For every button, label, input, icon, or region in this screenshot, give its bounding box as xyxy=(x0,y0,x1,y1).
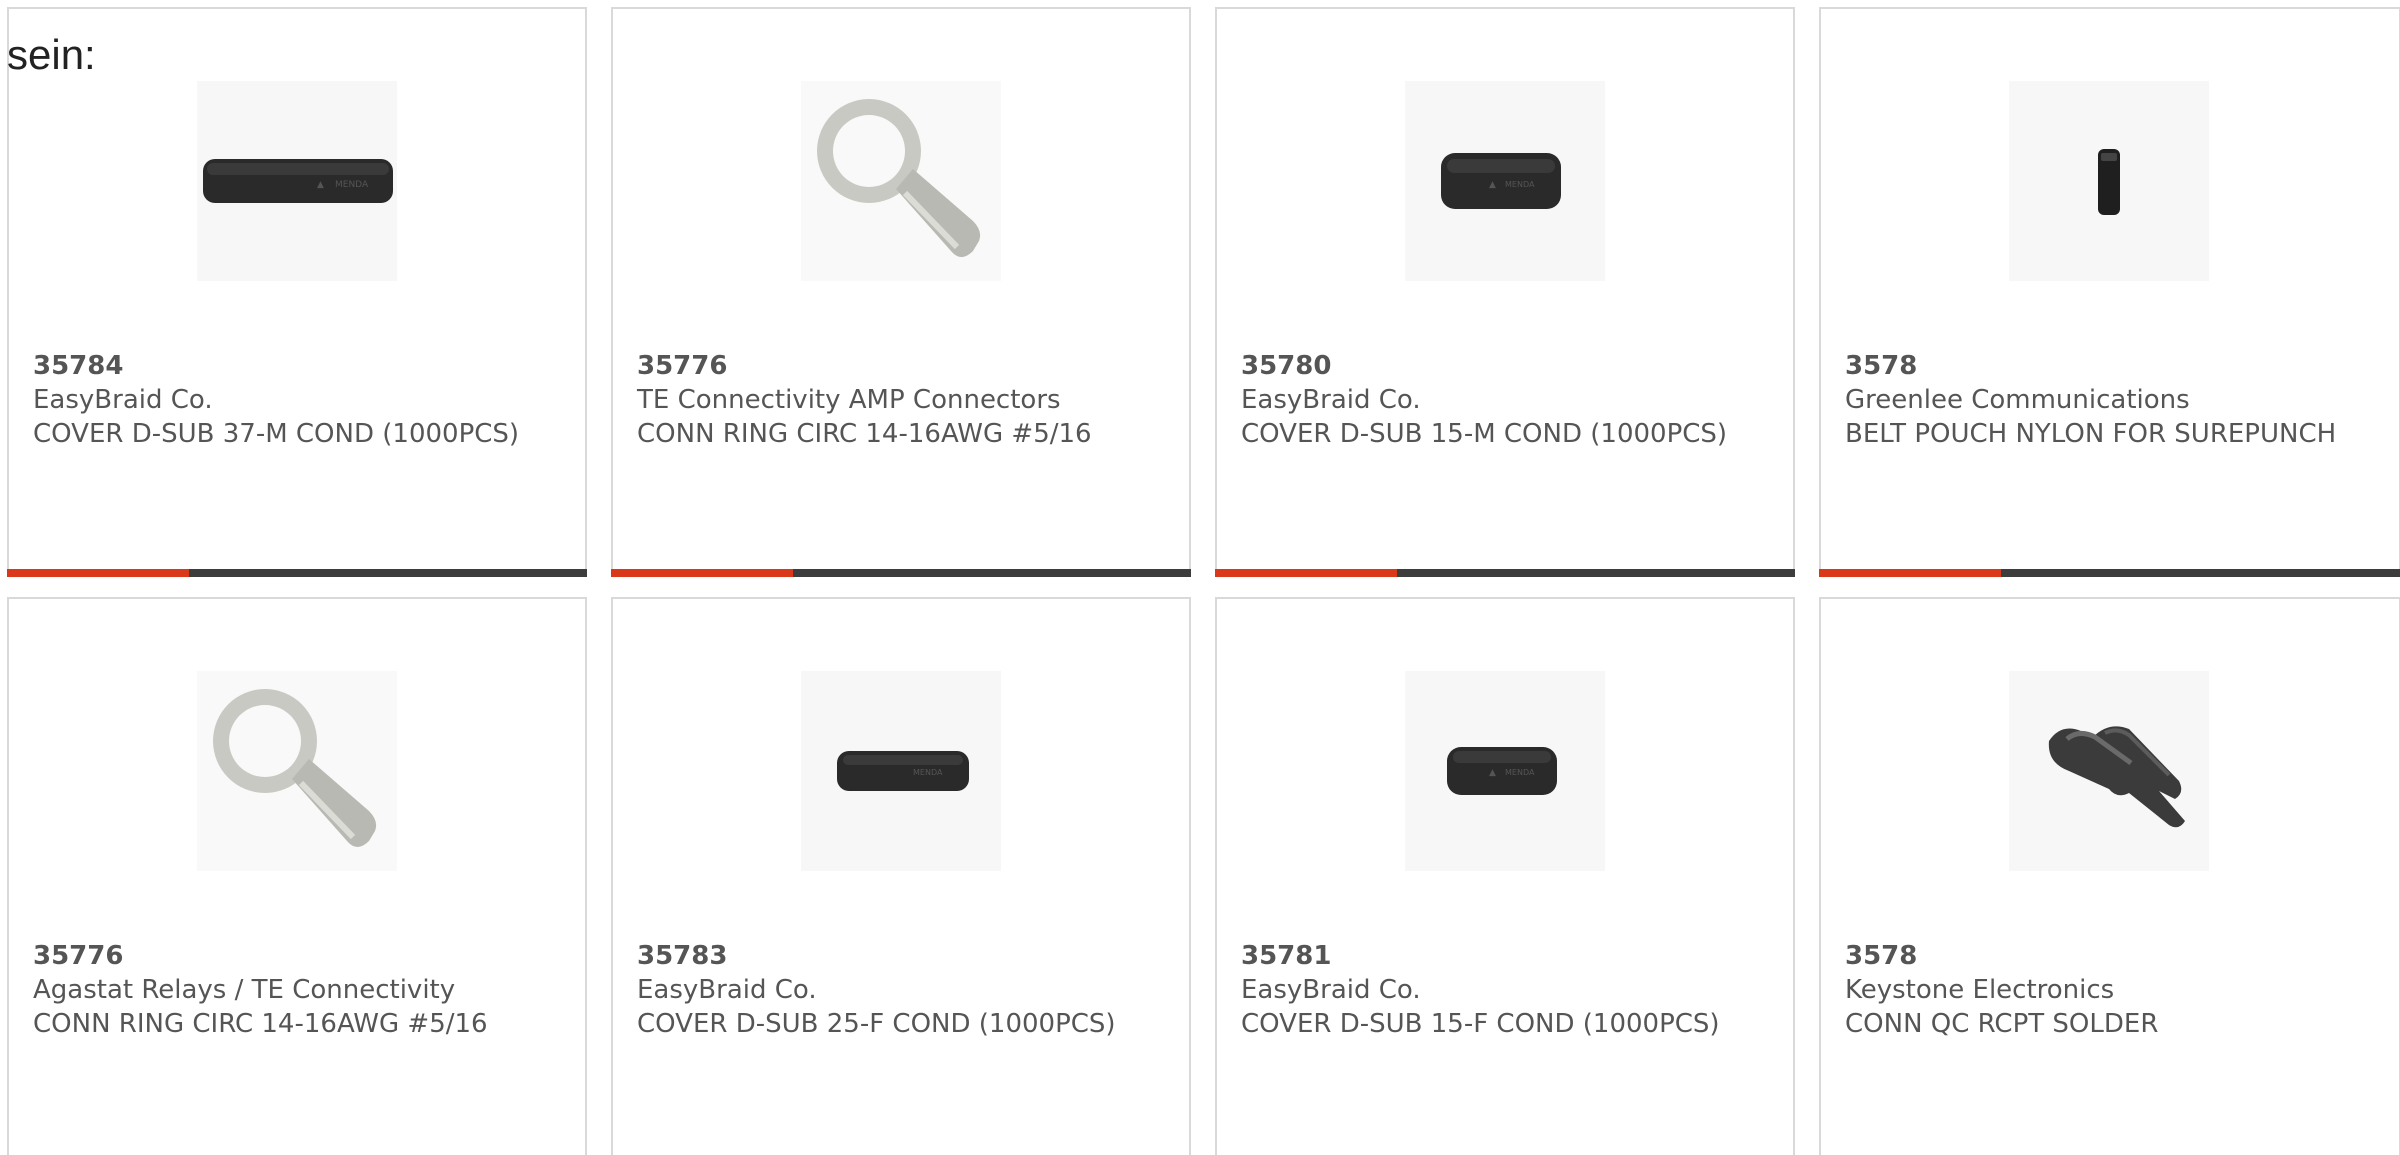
manufacturer: TE Connectivity AMP Connectors xyxy=(637,385,1061,415)
belt-pouch-icon[interactable] xyxy=(2009,81,2209,281)
dsub-cover-short-icon[interactable]: ▲ MENDA xyxy=(1405,671,1605,871)
product-info: 35783 EasyBraid Co. COVER D-SUB 25-F CON… xyxy=(637,939,1157,1041)
svg-text:MENDA: MENDA xyxy=(335,180,369,190)
description: COVER D-SUB 15-F COND (1000PCS) xyxy=(1241,1009,1720,1039)
manufacturer: Greenlee Communications xyxy=(1845,385,2190,415)
part-number[interactable]: 3578 xyxy=(1845,349,2365,383)
part-number[interactable]: 35781 xyxy=(1241,939,1761,973)
manufacturer: Keystone Electronics xyxy=(1845,975,2115,1005)
product-info: 3578 Keystone Electronics CONN QC RCPT S… xyxy=(1845,939,2365,1041)
description: COVER D-SUB 37-M COND (1000PCS) xyxy=(33,419,520,449)
card-bar xyxy=(1819,569,2400,577)
manufacturer: EasyBraid Co. xyxy=(1241,975,1421,1005)
dsub-cover-medium-icon[interactable]: MENDA xyxy=(801,671,1001,871)
part-number[interactable]: 3578 xyxy=(1845,939,2365,973)
intro-text: sein: xyxy=(7,31,96,78)
manufacturer: EasyBraid Co. xyxy=(637,975,817,1005)
part-number[interactable]: 35784 xyxy=(33,349,553,383)
card-bar xyxy=(1215,569,1795,577)
part-number[interactable]: 35776 xyxy=(637,349,1157,383)
card-bar-accent xyxy=(1819,569,2001,577)
product-card[interactable]: 3578 Greenlee Communications BELT POUCH … xyxy=(1819,7,2400,577)
part-number[interactable]: 35780 xyxy=(1241,349,1761,383)
dsub-cover-long-icon[interactable]: ▲ MENDA xyxy=(197,81,397,281)
svg-text:MENDA: MENDA xyxy=(913,768,943,777)
part-number[interactable]: 35776 xyxy=(33,939,553,973)
product-info: 35776 TE Connectivity AMP Connectors CON… xyxy=(637,349,1157,451)
card-bar xyxy=(7,569,587,577)
card-bar xyxy=(611,569,1191,577)
card-bar-accent xyxy=(7,569,189,577)
description: CONN RING CIRC 14-16AWG #5/16 xyxy=(637,419,1092,449)
svg-text:MENDA: MENDA xyxy=(1505,180,1535,189)
product-card[interactable]: 35776 Agastat Relays / TE Connectivity C… xyxy=(7,597,587,1155)
product-grid-page: sein: ▲ MENDA 35784 EasyBraid Co. COVER … xyxy=(0,0,2400,1155)
description: BELT POUCH NYLON FOR SUREPUNCH xyxy=(1845,419,2337,449)
svg-text:▲: ▲ xyxy=(1489,768,1496,778)
product-card[interactable]: ▲ MENDA 35784 EasyBraid Co. COVER D-SUB … xyxy=(7,7,587,577)
part-number[interactable]: 35783 xyxy=(637,939,1157,973)
manufacturer: EasyBraid Co. xyxy=(1241,385,1421,415)
product-info: 3578 Greenlee Communications BELT POUCH … xyxy=(1845,349,2365,451)
product-info: 35776 Agastat Relays / TE Connectivity C… xyxy=(33,939,553,1041)
card-bar-accent xyxy=(1215,569,1397,577)
dsub-cover-short-icon[interactable]: ▲ MENDA xyxy=(1405,81,1605,281)
ring-terminal-icon[interactable] xyxy=(197,671,397,871)
product-card[interactable]: 35776 TE Connectivity AMP Connectors CON… xyxy=(611,7,1191,577)
product-card[interactable]: MENDA 35783 EasyBraid Co. COVER D-SUB 25… xyxy=(611,597,1191,1155)
description: COVER D-SUB 15-M COND (1000PCS) xyxy=(1241,419,1728,449)
ring-terminal-icon[interactable] xyxy=(801,81,1001,281)
manufacturer: EasyBraid Co. xyxy=(33,385,213,415)
svg-text:MENDA: MENDA xyxy=(1505,768,1535,777)
description: CONN QC RCPT SOLDER xyxy=(1845,1009,2159,1039)
svg-text:▲: ▲ xyxy=(317,180,324,190)
manufacturer: Agastat Relays / TE Connectivity xyxy=(33,975,456,1005)
description: CONN RING CIRC 14-16AWG #5/16 xyxy=(33,1009,488,1039)
svg-text:▲: ▲ xyxy=(1489,180,1496,190)
product-info: 35780 EasyBraid Co. COVER D-SUB 15-M CON… xyxy=(1241,349,1761,451)
product-card[interactable]: ▲ MENDA 35780 EasyBraid Co. COVER D-SUB … xyxy=(1215,7,1795,577)
qc-receptacle-icon[interactable] xyxy=(2009,671,2209,871)
card-bar-accent xyxy=(611,569,793,577)
product-card[interactable]: 3578 Keystone Electronics CONN QC RCPT S… xyxy=(1819,597,2400,1155)
product-info: 35781 EasyBraid Co. COVER D-SUB 15-F CON… xyxy=(1241,939,1761,1041)
product-info: 35784 EasyBraid Co. COVER D-SUB 37-M CON… xyxy=(33,349,553,451)
description: COVER D-SUB 25-F COND (1000PCS) xyxy=(637,1009,1116,1039)
product-card[interactable]: ▲ MENDA 35781 EasyBraid Co. COVER D-SUB … xyxy=(1215,597,1795,1155)
